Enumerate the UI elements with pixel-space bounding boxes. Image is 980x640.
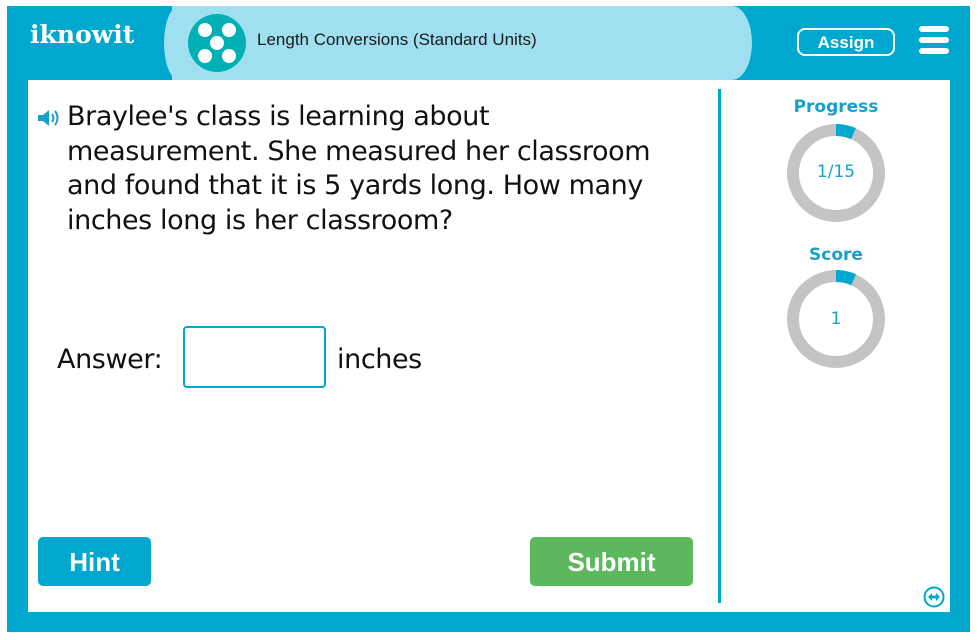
progress-label: Progress xyxy=(793,97,879,117)
speaker-icon[interactable] xyxy=(36,108,64,128)
progress-value: 1/15 xyxy=(816,162,856,182)
submit-button[interactable]: Submit xyxy=(530,537,693,586)
score-value: 1 xyxy=(830,309,842,329)
score-label: Score xyxy=(809,245,863,265)
hamburger-menu-icon[interactable] xyxy=(919,26,949,54)
assign-button[interactable]: Assign xyxy=(797,28,895,56)
topic-title: Length Conversions (Standard Units) xyxy=(257,30,537,49)
expand-horizontal-icon[interactable] xyxy=(923,586,945,608)
unit-label: inches xyxy=(337,344,422,375)
panel-divider xyxy=(718,89,721,603)
answer-input[interactable] xyxy=(183,326,326,388)
five-dots-icon xyxy=(188,14,246,72)
logo-text: iknowit xyxy=(30,20,135,49)
iknowit-logo[interactable]: iknowit xyxy=(30,20,134,49)
answer-label: Answer: xyxy=(57,344,163,375)
hint-button[interactable]: Hint xyxy=(38,537,151,586)
question-text: Braylee's class is learning about measur… xyxy=(67,101,651,236)
